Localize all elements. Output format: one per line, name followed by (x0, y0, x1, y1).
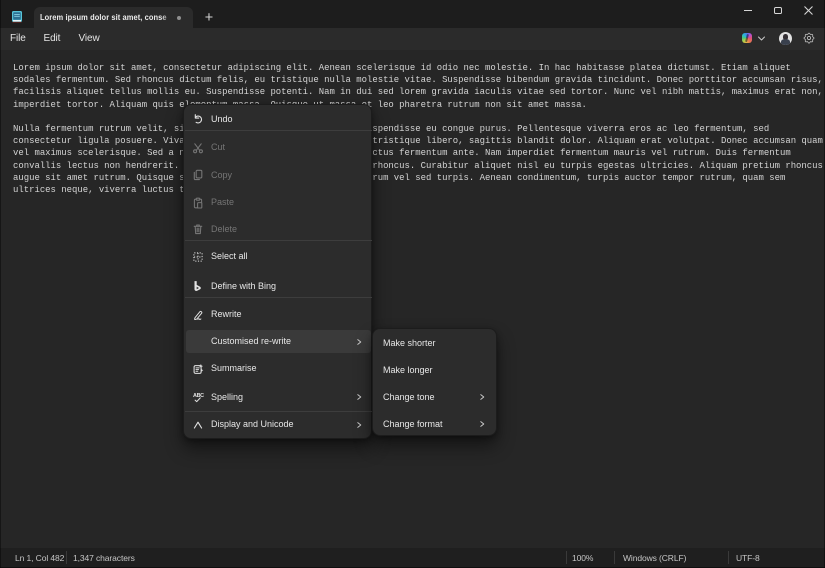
svg-text:ABC: ABC (193, 393, 204, 399)
